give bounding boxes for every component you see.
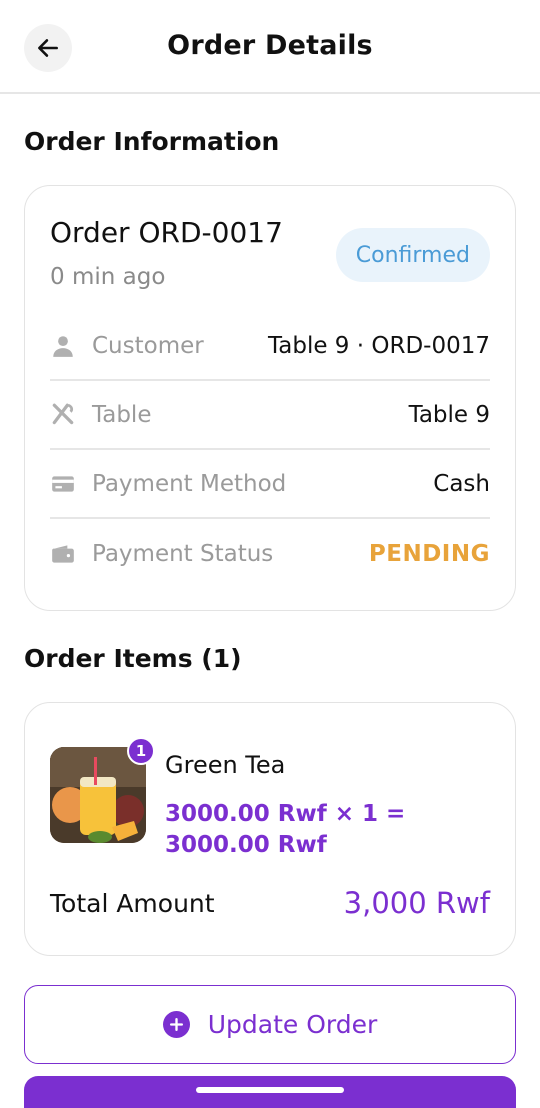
order-time: 0 min ago: [50, 264, 166, 290]
utensils-icon: [50, 402, 76, 428]
table-row: Table Table 9: [50, 381, 490, 450]
total-value: 3,000 Rwf: [343, 886, 490, 920]
quantity-badge: 1: [127, 737, 155, 765]
person-icon: [50, 333, 76, 359]
payment-method-row: Payment Method Cash: [50, 450, 490, 519]
item-price: 3000.00 Rwf × 1 = 3000.00 Rwf: [165, 801, 406, 858]
payment-method-label: Payment Method: [92, 470, 287, 497]
order-id: Order ORD-0017: [50, 216, 283, 249]
customer-label: Customer: [92, 332, 204, 359]
plus-circle-icon: [162, 1011, 190, 1038]
page-title: Order Details: [167, 30, 373, 61]
order-information-heading: Order Information: [24, 127, 280, 156]
app-header: Order Details: [0, 0, 540, 94]
total-label: Total Amount: [50, 889, 215, 918]
payment-status-value: PENDING: [368, 540, 490, 567]
customer-row: Customer Table 9 · ORD-0017: [50, 312, 490, 381]
home-indicator[interactable]: [196, 1087, 344, 1093]
update-order-button[interactable]: Update Order: [24, 985, 516, 1064]
credit-card-icon: [50, 471, 76, 497]
order-items-heading: Order Items (1): [24, 644, 242, 673]
wallet-icon: [50, 541, 76, 567]
payment-method-value: Cash: [433, 470, 490, 497]
item-name: Green Tea: [165, 751, 286, 779]
table-label: Table: [92, 401, 152, 428]
payment-status-row: Payment Status PENDING: [50, 519, 490, 588]
order-information-card: Order ORD-0017 0 min ago Confirmed Custo…: [24, 185, 516, 611]
status-badge: Confirmed: [335, 228, 490, 282]
update-order-label: Update Order: [207, 1010, 378, 1039]
payment-status-label: Payment Status: [92, 540, 274, 567]
customer-value: Table 9 · ORD-0017: [268, 332, 490, 359]
table-value: Table 9: [408, 401, 490, 428]
order-items-card: 1 Green Tea 3000.00 Rwf × 1 = 3000.00 Rw…: [24, 702, 516, 956]
